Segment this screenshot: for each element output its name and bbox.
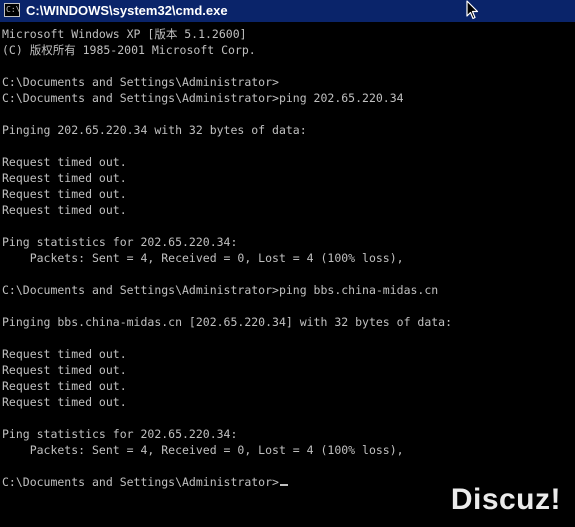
console-text: Microsoft Windows XP [版本 5.1.2600] (C) 版…: [0, 22, 575, 490]
cmd-icon[interactable]: C:\: [4, 3, 20, 17]
command-prompt: C:\Documents and Settings\Administrator>: [2, 475, 279, 489]
mouse-pointer-icon: [466, 0, 479, 20]
console-line: C:\Documents and Settings\Administrator>: [2, 75, 279, 89]
discuz-watermark: Discuz!: [450, 483, 561, 516]
console-line: C:\Documents and Settings\Administrator>…: [2, 91, 404, 105]
window-title: C:\WINDOWS\system32\cmd.exe: [26, 3, 228, 18]
console-line: Request timed out.: [2, 395, 127, 409]
console-line: Request timed out.: [2, 347, 127, 361]
console-line: Request timed out.: [2, 171, 127, 185]
console-line: Microsoft Windows XP [版本 5.1.2600]: [2, 27, 247, 41]
console-line: Packets: Sent = 4, Received = 0, Lost = …: [29, 251, 404, 265]
console-line: (C) 版权所有 1985-2001 Microsoft Corp.: [2, 43, 256, 57]
console-line: Request timed out.: [2, 379, 127, 393]
console-output-area[interactable]: Microsoft Windows XP [版本 5.1.2600] (C) 版…: [0, 22, 575, 527]
console-lines: Microsoft Windows XP [版本 5.1.2600] (C) 版…: [2, 27, 452, 457]
text-cursor: [279, 484, 288, 486]
console-line: Ping statistics for 202.65.220.34:: [2, 427, 238, 441]
console-line: C:\Documents and Settings\Administrator>…: [2, 283, 439, 297]
window-titlebar[interactable]: C:\ C:\WINDOWS\system32\cmd.exe: [0, 0, 575, 22]
console-line: Packets: Sent = 4, Received = 0, Lost = …: [29, 443, 404, 457]
console-line: Request timed out.: [2, 155, 127, 169]
console-line: Pinging 202.65.220.34 with 32 bytes of d…: [2, 123, 307, 137]
console-line: Ping statistics for 202.65.220.34:: [2, 235, 238, 249]
console-line: Request timed out.: [2, 363, 127, 377]
console-line: Pinging bbs.china-midas.cn [202.65.220.3…: [2, 315, 453, 329]
console-line: Request timed out.: [2, 203, 127, 217]
console-line: Request timed out.: [2, 187, 127, 201]
